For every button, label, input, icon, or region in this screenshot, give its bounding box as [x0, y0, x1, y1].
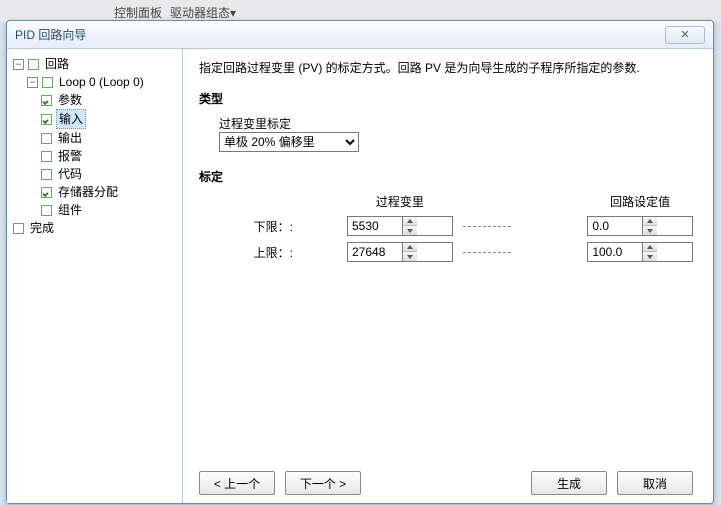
collapse-icon[interactable]: −	[27, 77, 38, 88]
low-sp-input[interactable]	[588, 217, 642, 235]
spin-up-icon[interactable]	[643, 217, 657, 226]
high-sp-spinner[interactable]	[587, 242, 693, 262]
dash-connector	[463, 226, 511, 227]
content-pane: 指定回路过程变里 (PV) 的标定方式。回路 PV 是为向导生成的子程序所指定的…	[183, 49, 713, 503]
checkbox-icon[interactable]	[28, 59, 39, 70]
tree-node-alarm[interactable]: 报警	[41, 147, 178, 165]
tree-node-params[interactable]: 参数	[41, 91, 178, 109]
tree-node-loops[interactable]: − 回路	[13, 55, 178, 73]
spin-down-icon[interactable]	[403, 226, 417, 235]
tree-label: 参数	[56, 91, 84, 109]
tree-node-code[interactable]: 代码	[41, 165, 178, 183]
tree-node-done[interactable]: 完成	[13, 219, 178, 237]
type-select[interactable]: 单极 20% 偏移里	[219, 132, 359, 152]
tree-label: 存储器分配	[56, 183, 120, 201]
checkbox-icon[interactable]	[13, 223, 24, 234]
tree-label-selected: 输入	[56, 109, 86, 129]
spin-down-icon[interactable]	[643, 252, 657, 261]
generate-button[interactable]: 生成	[531, 471, 607, 495]
checkbox-icon[interactable]	[41, 133, 52, 144]
type-section: 类型 过程变里标定 单极 20% 偏移里	[199, 90, 693, 152]
scale-section: 标定 过程变里 回路设定值 下限：: 上	[199, 168, 693, 262]
background-toolbar: 控制面板 驱动器组态▾	[0, 0, 721, 22]
tree-node-input[interactable]: 输入	[41, 109, 178, 129]
page-description: 指定回路过程变里 (PV) 的标定方式。回路 PV 是为向导生成的子程序所指定的…	[199, 59, 693, 76]
high-pv-spinner[interactable]	[347, 242, 453, 262]
cancel-button[interactable]: 取消	[617, 471, 693, 495]
tree-node-mem[interactable]: 存储器分配	[41, 183, 178, 201]
high-pv-input[interactable]	[348, 243, 402, 261]
spin-up-icon[interactable]	[403, 243, 417, 252]
titlebar: PID 回路向导 ✕	[7, 21, 713, 49]
tree-label: 回路	[43, 55, 71, 73]
low-pv-input[interactable]	[348, 217, 402, 235]
checkbox-icon[interactable]	[41, 151, 52, 162]
low-pv-spinner[interactable]	[347, 216, 453, 236]
type-field-label: 过程变里标定	[219, 115, 693, 132]
tree-node-loop0[interactable]: − Loop 0 (Loop 0)	[27, 73, 178, 91]
tree-label: 代码	[56, 165, 84, 183]
high-sp-input[interactable]	[588, 243, 642, 261]
tree-label: 报警	[56, 147, 84, 165]
tree-label: 输出	[56, 129, 84, 147]
wizard-footer: < 上一个 下一个 > 生成 取消	[199, 463, 693, 495]
checkbox-icon[interactable]	[41, 169, 52, 180]
checkbox-icon[interactable]	[41, 205, 52, 216]
tree-node-output[interactable]: 输出	[41, 129, 178, 147]
bg-menu-1[interactable]: 控制面板	[114, 4, 162, 21]
bg-menu-2[interactable]: 驱动器组态▾	[170, 4, 236, 21]
low-sp-spinner[interactable]	[587, 216, 693, 236]
section-title-type: 类型	[199, 90, 693, 107]
checkbox-icon[interactable]	[41, 114, 52, 125]
collapse-icon[interactable]: −	[13, 59, 24, 70]
nav-tree[interactable]: − 回路 − Loop 0 (Loop 0) 参数	[7, 49, 183, 503]
tree-label: Loop 0 (Loop 0)	[57, 73, 146, 91]
tree-node-comp[interactable]: 组件	[41, 201, 178, 219]
col-header-pv: 过程变里	[347, 193, 453, 210]
low-label: 下限：:	[219, 218, 297, 235]
spin-down-icon[interactable]	[643, 226, 657, 235]
spin-up-icon[interactable]	[403, 217, 417, 226]
tree-label: 完成	[28, 219, 56, 237]
checkbox-icon[interactable]	[41, 95, 52, 106]
section-title-scale: 标定	[199, 168, 693, 185]
close-button[interactable]: ✕	[665, 26, 705, 44]
spin-up-icon[interactable]	[643, 243, 657, 252]
pid-wizard-dialog: PID 回路向导 ✕ − 回路 − Loop	[6, 20, 714, 504]
dialog-title: PID 回路向导	[15, 21, 86, 49]
tree-label: 组件	[56, 201, 84, 219]
col-header-sp: 回路设定值	[587, 193, 693, 210]
dash-connector	[463, 252, 511, 253]
spin-down-icon[interactable]	[403, 252, 417, 261]
checkbox-icon[interactable]	[42, 77, 53, 88]
prev-button[interactable]: < 上一个	[199, 471, 275, 495]
checkbox-icon[interactable]	[41, 187, 52, 198]
next-button[interactable]: 下一个 >	[285, 471, 361, 495]
high-label: 上限：:	[219, 244, 297, 261]
